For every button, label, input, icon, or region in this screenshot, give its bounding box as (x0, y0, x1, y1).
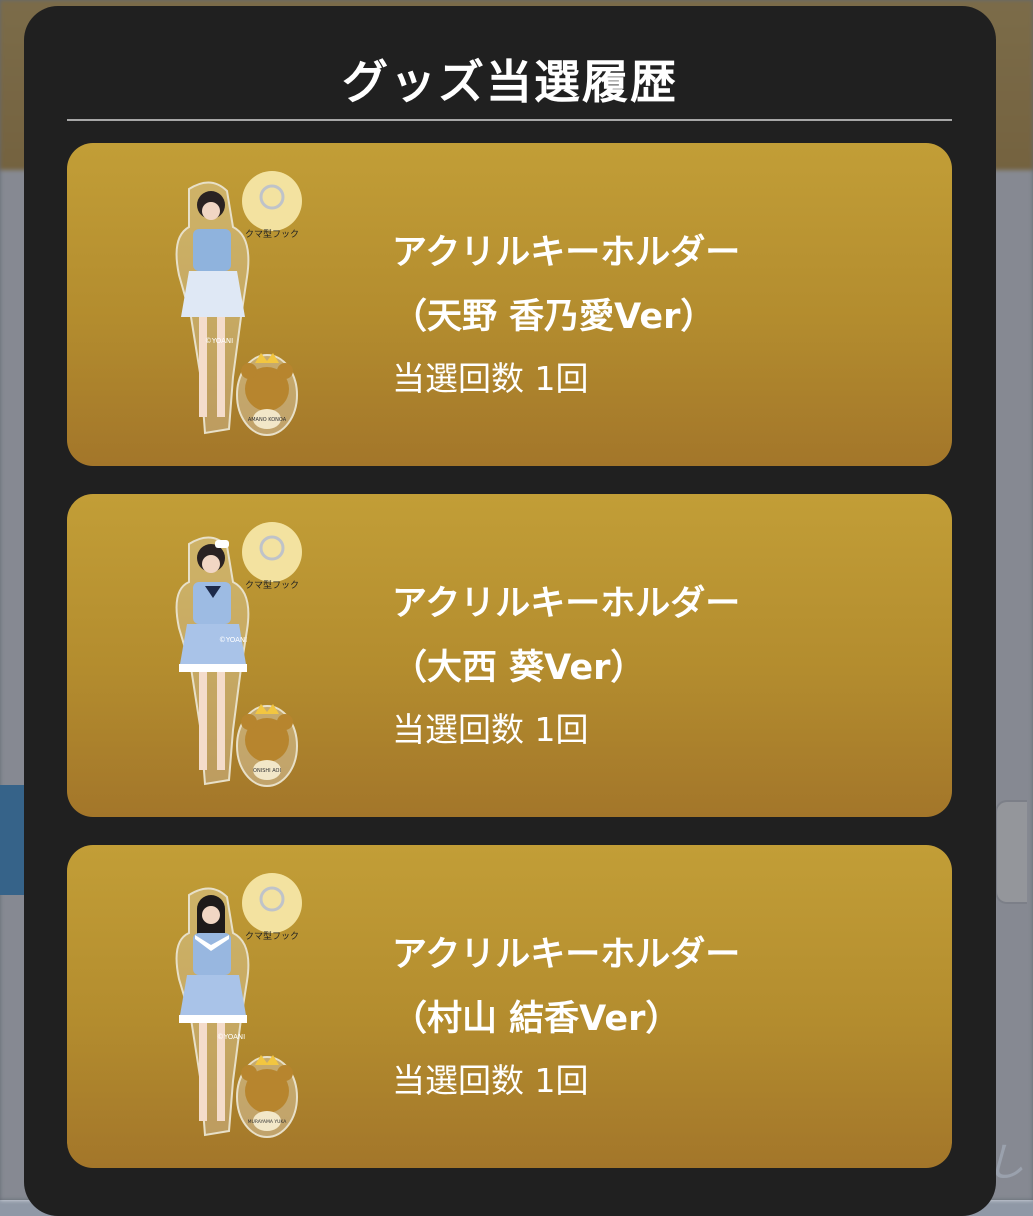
item-name-line2: （村山 結香Ver） (392, 999, 681, 1039)
hook-label: クマ型フック (245, 931, 299, 942)
item-name-line1: アクリルキーホルダー (392, 584, 741, 624)
goods-card[interactable]: クマ型フック ©YOANI ONISHI AOI アクリルキーホルダー （大西 … (67, 494, 952, 817)
hook-label: クマ型フック (245, 580, 299, 591)
title-divider (67, 119, 952, 121)
goods-card[interactable]: クマ型フック ©YOANI MURAYAMA YUKA アクリルキーホルダー （… (67, 845, 952, 1168)
item-name-line1: アクリルキーホルダー (392, 233, 741, 273)
hook-label: クマ型フック (245, 229, 299, 240)
goods-card-text: アクリルキーホルダー （天野 香乃愛Ver） 当選回数 1回 (392, 221, 740, 405)
copyright-label: ©YOANI (205, 337, 233, 345)
goods-card-text: アクリルキーホルダー （村山 結香Ver） 当選回数 1回 (392, 923, 740, 1107)
goods-card-text: アクリルキーホルダー （大西 葵Ver） 当選回数 1回 (392, 572, 740, 756)
item-name-line1: アクリルキーホルダー (392, 935, 741, 975)
win-count: 当選回数 1回 (392, 1061, 589, 1100)
bear-name-label: MURAYAMA YUKA (248, 1119, 288, 1125)
item-name-line2: （天野 香乃愛Ver） (392, 297, 716, 337)
win-count: 当選回数 1回 (392, 359, 589, 398)
item-name-line2: （大西 葵Ver） (392, 648, 646, 688)
win-count: 当選回数 1回 (392, 710, 589, 749)
keychain-thumbnail: クマ型フック ©YOANI AMANO KONOA (149, 167, 309, 442)
keychain-thumbnail: クマ型フック ©YOANI MURAYAMA YUKA (149, 869, 309, 1144)
bear-name-label: AMANO KONOA (248, 417, 287, 423)
modal-title: グッズ当選履歴 (342, 55, 678, 109)
bear-name-label: ONISHI AOI (253, 768, 281, 774)
goods-win-history-modal: グッズ当選履歴 クマ型フック ©YOANI AMANO KONOA アクリルキー… (24, 6, 996, 1216)
goods-card[interactable]: クマ型フック ©YOANI AMANO KONOA アクリルキーホルダー （天野… (67, 143, 952, 466)
keychain-thumbnail: クマ型フック ©YOANI ONISHI AOI (149, 518, 309, 793)
copyright-label: ©YOANI (219, 636, 247, 644)
copyright-label: ©YOANI (217, 1033, 245, 1041)
